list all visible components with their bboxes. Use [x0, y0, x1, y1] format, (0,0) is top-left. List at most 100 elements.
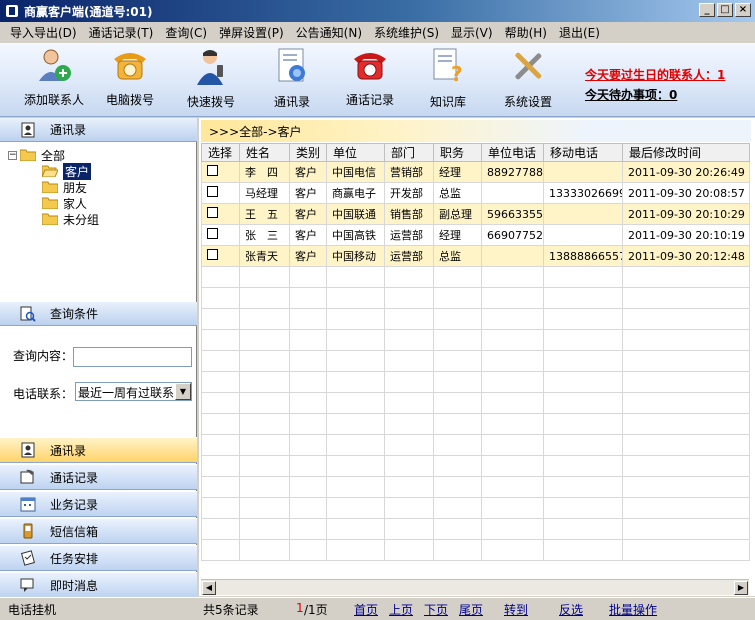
telephone-icon — [114, 53, 146, 80]
empty-row — [201, 308, 750, 330]
table-row[interactable]: 张青天 客户 中国移动 运营部 总监 13888866557 2011-09-3… — [201, 245, 750, 267]
empty-row — [201, 518, 750, 540]
svg-text:?: ? — [451, 62, 463, 85]
row-checkbox[interactable] — [207, 228, 218, 239]
nav-business-records[interactable]: 业务记录 — [0, 491, 197, 517]
contacts-panel: >>>全部->客户 选择 姓名 类别 单位 部门 职务 单位电话 移动电话 最后… — [199, 118, 755, 596]
empty-row — [201, 497, 750, 519]
mobile-phone-icon — [23, 523, 33, 539]
nav-address-book[interactable]: 通讯录 — [0, 437, 197, 463]
row-checkbox[interactable] — [207, 165, 218, 176]
tree-root-all[interactable]: − 全部 — [8, 147, 65, 163]
tree-node-customers[interactable]: 客户 — [41, 162, 92, 180]
folder-icon — [19, 149, 37, 162]
window-title: 商赢客户端(通道号:01) — [24, 4, 153, 19]
column-header[interactable]: 职务 — [433, 143, 482, 162]
minimize-button[interactable]: _ — [699, 3, 715, 17]
tree-node-family[interactable]: 家人 — [41, 195, 87, 211]
contacts-table: 选择 姓名 类别 单位 部门 职务 单位电话 移动电话 最后修改时间 李 四 客… — [201, 143, 750, 561]
chevron-down-icon[interactable]: ▼ — [175, 383, 191, 400]
last-page-link[interactable]: 尾页 — [459, 601, 483, 618]
menu-call-records[interactable]: 通话记录(T) — [83, 24, 160, 41]
system-settings-button[interactable]: 系统设置 — [488, 47, 568, 115]
knowledge-question-icon: ? — [433, 48, 463, 85]
horizontal-scrollbar[interactable]: ◀ ▶ — [201, 579, 749, 595]
invert-selection-link[interactable]: 反选 — [559, 601, 583, 618]
menu-popup-settings[interactable]: 弹屏设置(P) — [213, 24, 290, 41]
row-checkbox[interactable] — [207, 207, 218, 218]
column-header[interactable]: 部门 — [384, 143, 434, 162]
title-bar: 商赢客户端(通道号:01) _ □ × — [0, 0, 755, 22]
column-header[interactable]: 姓名 — [239, 143, 290, 162]
query-conditions-header: 查询条件 — [0, 302, 197, 326]
nav-call-records[interactable]: 通话记录 — [0, 464, 197, 490]
address-book-icon — [278, 48, 305, 82]
add-contact-icon — [39, 49, 71, 81]
empty-row — [201, 476, 750, 498]
menu-import-export[interactable]: 导入导出(D) — [4, 24, 83, 41]
column-header[interactable]: 最后修改时间 — [622, 143, 750, 162]
folder-icon — [41, 213, 59, 226]
nav-instant-message[interactable]: 即时消息 — [0, 572, 197, 598]
column-header[interactable]: 移动电话 — [543, 143, 623, 162]
batch-operation-link[interactable]: 批量操作 — [609, 601, 657, 618]
add-contact-button[interactable]: 添加联系人 — [14, 47, 94, 115]
column-header[interactable]: 类别 — [289, 143, 327, 162]
table-row[interactable]: 李 四 客户 中国电信 营销部 经理 88927788 2011-09-30 2… — [201, 161, 750, 183]
open-folder-icon — [41, 165, 59, 178]
pc-dial-button[interactable]: 电脑拨号 — [90, 47, 170, 115]
person-phone-icon — [197, 50, 223, 85]
status-bar: 电话挂机 共5条记录 1 /1页 首页 上页 下页 尾页 转到 反选 批量操作 — [0, 597, 755, 620]
menu-announcement[interactable]: 公告通知(N) — [290, 24, 368, 41]
nav-task-schedule[interactable]: 任务安排 — [0, 545, 197, 571]
prev-page-link[interactable]: 上页 — [389, 601, 413, 618]
table-row[interactable]: 马经理 客户 商赢电子 开发部 总监 13333026699 2011-09-3… — [201, 182, 750, 204]
menu-system-maintenance[interactable]: 系统维护(S) — [368, 24, 445, 41]
menu-display[interactable]: 显示(V) — [445, 24, 499, 41]
calendar-icon — [20, 497, 36, 512]
row-checkbox[interactable] — [207, 186, 218, 197]
call-records-button[interactable]: 通话记录 — [330, 47, 410, 115]
quick-dial-button[interactable]: 快速拨号 — [171, 47, 251, 115]
next-page-link[interactable]: 下页 — [424, 601, 448, 618]
todo-reminder-link[interactable]: 今天待办事项：0 — [585, 86, 677, 103]
menu-query[interactable]: 查询(C) — [159, 24, 213, 41]
tree-node-ungrouped[interactable]: 未分组 — [41, 211, 99, 227]
menu-bar: 导入导出(D) 通话记录(T) 查询(C) 弹屏设置(P) 公告通知(N) 系统… — [0, 22, 755, 42]
empty-row — [201, 287, 750, 309]
tree-collapse-toggle[interactable]: − — [8, 150, 17, 160]
goto-page-link[interactable]: 转到 — [504, 601, 528, 618]
empty-row — [201, 392, 750, 414]
empty-row — [201, 413, 750, 435]
column-header[interactable]: 选择 — [201, 143, 240, 162]
column-header[interactable]: 单位 — [326, 143, 385, 162]
menu-exit[interactable]: 退出(E) — [553, 24, 606, 41]
scroll-left-icon[interactable]: ◀ — [202, 581, 216, 595]
red-phone-icon — [354, 53, 386, 80]
table-row[interactable]: 张 三 客户 中国高铁 运营部 经理 66907752 2011-09-30 2… — [201, 224, 750, 246]
tree-node-friends[interactable]: 朋友 — [41, 179, 87, 195]
tools-icon — [515, 52, 542, 80]
row-checkbox[interactable] — [207, 249, 218, 260]
scroll-right-icon[interactable]: ▶ — [734, 581, 748, 595]
search-document-icon — [20, 306, 36, 322]
maximize-button[interactable]: □ — [717, 3, 733, 17]
nav-sms-inbox[interactable]: 短信信箱 — [0, 518, 197, 544]
empty-row — [201, 434, 750, 456]
phone-contact-select[interactable]: 最近一周有过联系 ▼ — [75, 382, 192, 401]
query-content-label: 查询内容： — [13, 349, 74, 363]
task-clip-icon — [21, 550, 35, 566]
address-book-button[interactable]: 通讯录 — [252, 47, 332, 115]
app-icon — [6, 5, 18, 17]
phone-contact-label: 电话联系： — [13, 387, 74, 401]
query-content-input[interactable] — [73, 347, 192, 367]
birthday-reminder-link[interactable]: 今天要过生日的联系人：1 — [585, 66, 725, 83]
table-header-row: 选择 姓名 类别 单位 部门 职务 单位电话 移动电话 最后修改时间 — [201, 143, 750, 162]
breadcrumb: >>>全部->客户 — [201, 120, 751, 142]
knowledge-base-button[interactable]: ? 知识库 — [408, 47, 488, 115]
column-header[interactable]: 单位电话 — [481, 143, 544, 162]
table-row[interactable]: 王 五 客户 中国联通 销售部 副总理 59663355 2011-09-30 … — [201, 203, 750, 225]
close-button[interactable]: × — [735, 3, 751, 17]
first-page-link[interactable]: 首页 — [354, 601, 378, 618]
menu-help[interactable]: 帮助(H) — [499, 24, 553, 41]
